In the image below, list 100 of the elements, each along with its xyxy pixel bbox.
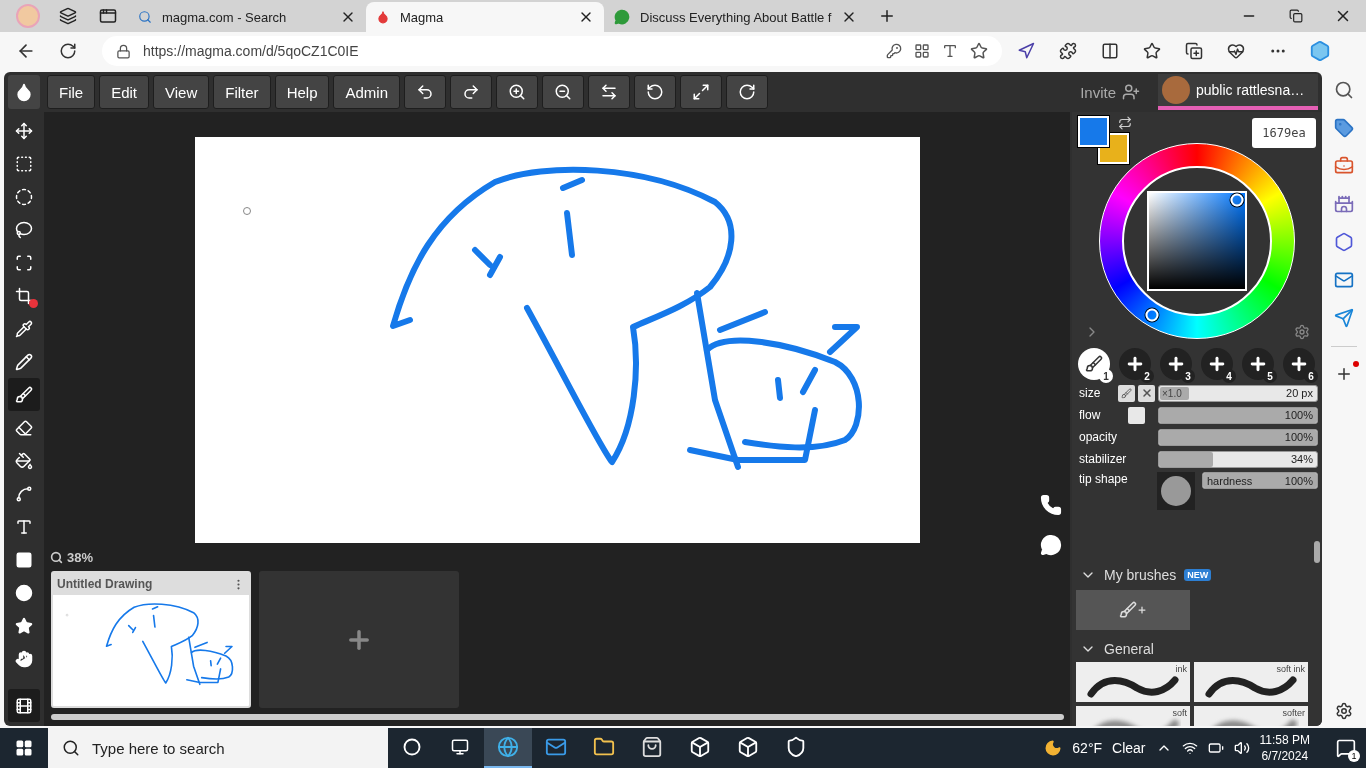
brush-slot[interactable]: 4 <box>1201 348 1233 380</box>
browser-tab[interactable]: Magma <box>366 2 604 32</box>
size-slider[interactable]: ×1.0 20 px <box>1158 384 1318 402</box>
settings-icon[interactable] <box>1335 702 1353 720</box>
tab-actions-icon[interactable] <box>99 7 117 25</box>
address-bar[interactable]: https://magma.com/d/5qoCZ1C0IE <box>102 36 1002 66</box>
brush-slot[interactable]: 3 <box>1160 348 1192 380</box>
film-button[interactable] <box>8 689 40 722</box>
swap-arrows-button[interactable] <box>588 75 630 109</box>
clock[interactable]: 11:58 PM 6/7/2024 <box>1259 732 1310 764</box>
restore-icon[interactable] <box>1288 9 1303 23</box>
brush-slot[interactable]: 1 <box>1078 348 1110 380</box>
health-icon[interactable] <box>1227 42 1245 60</box>
extensions-icon[interactable] <box>1059 42 1077 60</box>
brush-preset[interactable]: soft <box>1076 706 1190 726</box>
section-header[interactable]: My brushes NEW <box>1076 562 1318 588</box>
slider[interactable]: 100% <box>1158 406 1318 424</box>
multiplier-fill[interactable]: ×1.0 <box>1160 386 1189 400</box>
taskbar-search-box[interactable]: Type here to search <box>48 728 388 768</box>
menu-button[interactable]: Admin <box>333 75 400 109</box>
pointer-icon[interactable] <box>1017 42 1035 60</box>
favorite-star-icon[interactable] <box>970 42 988 60</box>
zoom-in-icon <box>508 83 526 101</box>
workspaces-icon[interactable] <box>59 7 77 25</box>
shield-icon <box>785 736 807 758</box>
rotate-right-button[interactable] <box>726 75 768 109</box>
setting-label: stabilizer <box>1078 452 1128 466</box>
search-icon[interactable] <box>1334 80 1354 100</box>
setting-label: flow <box>1078 408 1102 422</box>
tag-icon[interactable] <box>1334 118 1354 138</box>
close-icon <box>1140 387 1153 399</box>
hex-field[interactable]: 1679ea <box>1252 118 1316 148</box>
volume-icon[interactable] <box>1233 740 1250 756</box>
start-icon[interactable] <box>15 739 33 757</box>
chat-icon[interactable] <box>1040 534 1062 556</box>
color-marker[interactable] <box>1230 193 1244 207</box>
brush-toggle-button[interactable] <box>1118 384 1135 402</box>
apps-icon[interactable] <box>914 43 930 59</box>
swap-arrows-icon <box>600 83 618 101</box>
zoom-in-button[interactable] <box>496 75 538 109</box>
brush-slot[interactable]: 5 <box>1242 348 1274 380</box>
rotate-right-icon <box>738 83 756 101</box>
split-screen-icon[interactable] <box>1101 42 1119 60</box>
expand-button[interactable] <box>680 75 722 109</box>
brush-preset[interactable]: ink <box>1076 662 1190 702</box>
wifi-icon[interactable] <box>1181 740 1198 756</box>
task-view-icon[interactable] <box>451 738 469 756</box>
redo-button[interactable] <box>450 75 492 109</box>
menu-button[interactable]: Help <box>274 75 330 109</box>
close-button[interactable] <box>1138 384 1155 402</box>
favorites-icon[interactable] <box>1143 42 1161 60</box>
brush-preset[interactable]: softer <box>1194 706 1308 726</box>
toolbox-icon[interactable] <box>1334 156 1354 176</box>
tip-shape-preview[interactable] <box>1157 472 1195 510</box>
zoom-out-button[interactable] <box>542 75 584 109</box>
user-avatar <box>1162 76 1190 104</box>
dashed-circle-icon <box>15 187 33 206</box>
scrollbar[interactable] <box>51 714 1064 720</box>
hue-marker[interactable] <box>1145 308 1159 322</box>
text-icon <box>15 517 33 536</box>
refresh-icon[interactable] <box>59 42 77 60</box>
brush-preset[interactable]: soft ink <box>1194 662 1308 702</box>
tool-button[interactable] <box>8 378 40 411</box>
user-chip[interactable]: public rattlesna… <box>1158 74 1318 110</box>
dashed-square-icon <box>15 154 33 173</box>
undo-icon <box>416 83 434 101</box>
scrollbar[interactable] <box>1314 541 1320 563</box>
slider[interactable]: hardness 100% <box>1202 472 1318 489</box>
zoom-out-icon <box>554 83 572 101</box>
undo-button[interactable] <box>404 75 446 109</box>
menu-button[interactable]: Filter <box>213 75 271 109</box>
rotate-left-button[interactable] <box>634 75 676 109</box>
section-header[interactable]: General <box>1076 636 1318 662</box>
checkbox[interactable] <box>1128 406 1145 424</box>
slider[interactable]: 100% <box>1158 428 1318 446</box>
brush-slot[interactable]: 2 <box>1119 348 1151 380</box>
swap-colors-icon[interactable] <box>1118 116 1132 130</box>
slider[interactable]: 34% <box>1158 450 1318 468</box>
menu-button[interactable]: Edit <box>99 75 150 109</box>
phone-icon[interactable] <box>1040 494 1062 516</box>
send-icon[interactable] <box>1334 308 1354 328</box>
brush-slot[interactable]: 6 <box>1283 348 1315 380</box>
cortana-icon[interactable] <box>403 738 421 756</box>
key-icon[interactable] <box>886 43 902 59</box>
invite-button[interactable]: Invite <box>1080 83 1140 101</box>
battery-icon[interactable] <box>1207 740 1224 756</box>
document-card[interactable]: Untitled Drawing <box>51 571 251 708</box>
add-icon[interactable] <box>1335 365 1353 383</box>
browser-tab[interactable]: Discuss Everything About Battle f <box>604 2 868 32</box>
menu-button[interactable]: File <box>47 75 96 109</box>
read-aloud-icon[interactable] <box>942 43 958 59</box>
browser-tab[interactable]: magma.com - Search <box>128 2 366 32</box>
notifications-button[interactable]: 1 <box>1332 734 1360 762</box>
collections-icon[interactable] <box>1185 42 1203 60</box>
taskbar-search-field[interactable]: Type here to search <box>90 738 350 758</box>
menu-button[interactable]: View <box>153 75 210 109</box>
temperature: 62°F <box>1072 740 1103 756</box>
app-logo[interactable] <box>8 75 40 109</box>
add-brush-button[interactable] <box>1076 590 1190 630</box>
primary-color-swatch[interactable] <box>1078 116 1109 147</box>
